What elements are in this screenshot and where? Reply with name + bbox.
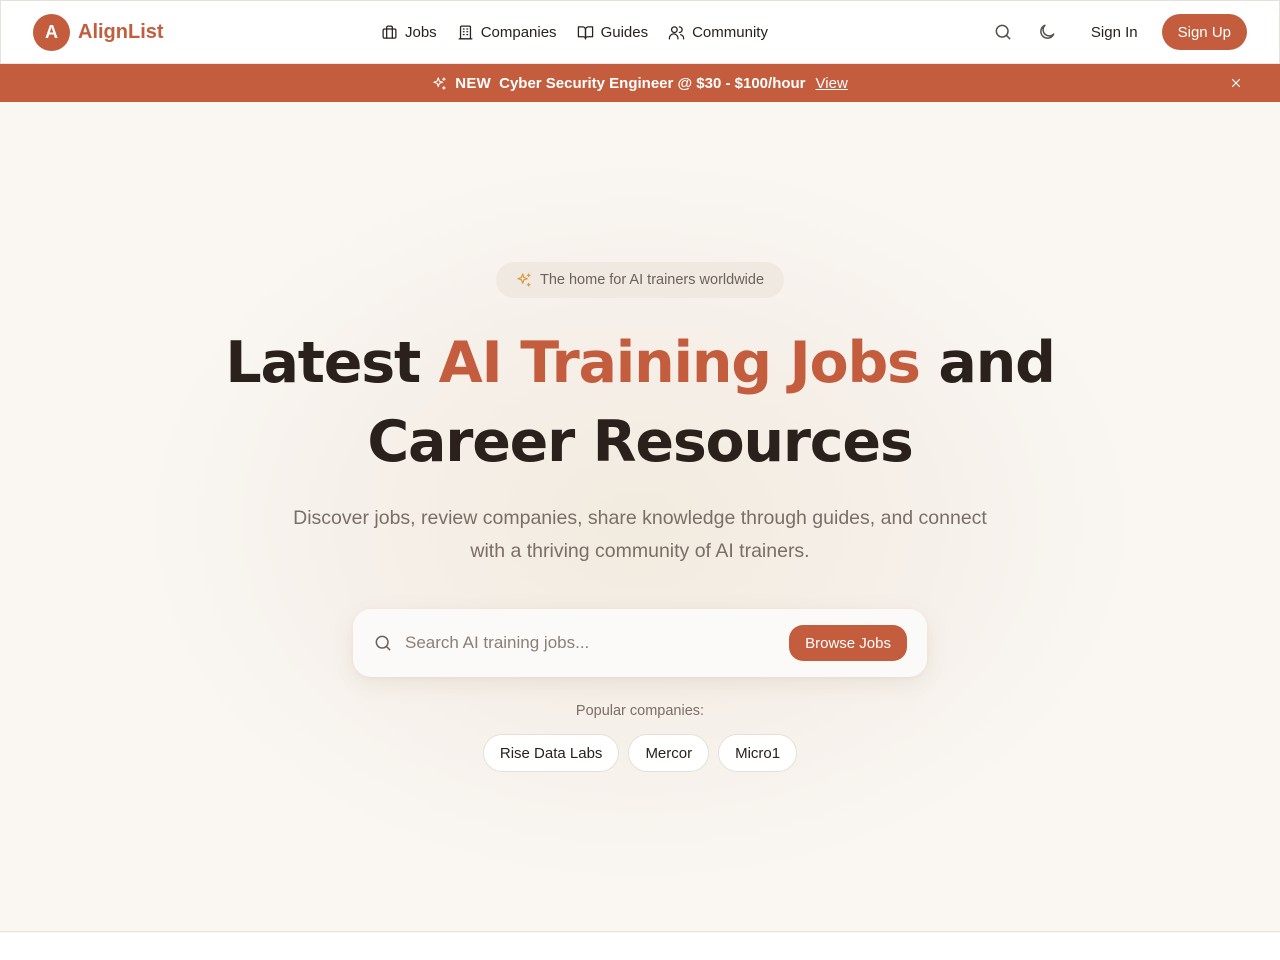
company-chip[interactable]: Mercor: [628, 734, 710, 772]
logo-link[interactable]: A AlignList: [33, 13, 164, 51]
banner-view-link[interactable]: View: [816, 75, 848, 92]
company-chip[interactable]: Micro1: [718, 734, 798, 772]
popular-companies-list: Rise Data Labs Mercor Micro1: [440, 734, 840, 772]
next-section-edge: [0, 933, 1280, 960]
nav-item-label: Community: [692, 23, 768, 41]
header-actions: Sign In Sign Up: [977, 13, 1247, 51]
sign-up-button[interactable]: Sign Up: [1161, 14, 1247, 50]
tagline-pill: The home for AI trainers worldwide: [496, 262, 784, 298]
search-icon: [995, 24, 1011, 40]
popular-companies-label: Popular companies:: [575, 703, 705, 719]
banner-tag: NEW: [455, 74, 492, 92]
search-button[interactable]: [985, 14, 1021, 50]
book-icon: [577, 25, 593, 40]
title-text: Latest: [225, 330, 439, 396]
announcement-banner: NEW Cyber Security Engineer @ $30 - $100…: [0, 64, 1280, 102]
page-title: Latest AI Training Jobs and Career Resou…: [140, 324, 1140, 482]
theme-toggle-button[interactable]: [1029, 14, 1065, 50]
nav-item-label: Guides: [600, 23, 649, 41]
hero-section: The home for AI trainers worldwide Lates…: [0, 102, 1280, 932]
nav-item-companies[interactable]: Companies: [457, 24, 557, 41]
logo-text: AlignList: [78, 20, 164, 43]
nav-item-label: Jobs: [405, 23, 437, 41]
nav-item-label: Companies: [480, 23, 557, 41]
logo-mark: A: [33, 13, 70, 51]
banner-content: NEW Cyber Security Engineer @ $30 - $100…: [432, 75, 848, 92]
tagline-text: The home for AI trainers worldwide: [539, 272, 765, 288]
hero-subtitle: Discover jobs, review companies, share k…: [293, 507, 987, 562]
nav-item-jobs[interactable]: Jobs: [381, 24, 437, 41]
banner-text: Cyber Security Engineer @ $30 - $100/hou…: [499, 74, 806, 92]
banner-close-button[interactable]: [1228, 75, 1244, 91]
search-icon: [375, 635, 391, 651]
job-search-bar: Browse Jobs: [353, 609, 927, 677]
browse-jobs-button[interactable]: Browse Jobs: [789, 625, 907, 661]
site-header: A AlignList Jobs Companies Guides Commun…: [0, 0, 1280, 64]
sparkles-icon: [433, 76, 446, 90]
nav-item-guides[interactable]: Guides: [577, 23, 649, 41]
sparkles-icon: [517, 273, 531, 287]
users-icon: [668, 25, 685, 40]
moon-icon: [1040, 24, 1055, 39]
close-icon: [1231, 78, 1241, 88]
briefcase-icon: [382, 24, 397, 39]
sign-in-link[interactable]: Sign In: [1091, 24, 1138, 41]
building-icon: [458, 24, 473, 40]
main-nav: Jobs Companies Guides Community: [381, 19, 768, 45]
search-input[interactable]: [405, 626, 775, 660]
title-accent-text: AI Training Jobs: [438, 330, 921, 396]
nav-item-community[interactable]: Community: [668, 24, 768, 41]
company-chip[interactable]: Rise Data Labs: [482, 734, 620, 772]
